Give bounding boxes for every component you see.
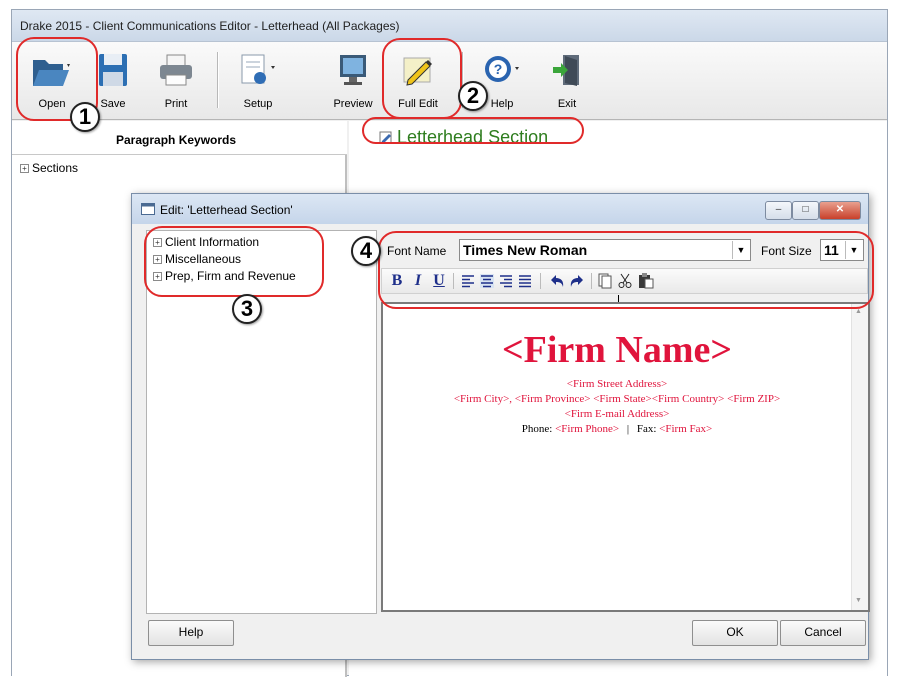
cancel-button[interactable]: Cancel — [780, 620, 866, 646]
help-question-icon: ? — [485, 56, 519, 82]
dialog-window-icon — [141, 203, 155, 215]
callout-number-2: 2 — [458, 81, 488, 111]
firm-email-field[interactable]: <Firm E-mail Address> — [383, 408, 851, 420]
svg-text:?: ? — [494, 61, 503, 77]
dialog-title-bar: Edit: 'Letterhead Section' – □ ✕ — [132, 194, 868, 224]
title-bar: Drake 2015 - Client Communications Edito… — [12, 10, 887, 42]
callout-editor-toolbar-highlight — [378, 231, 874, 309]
phone-label: Phone: — [521, 423, 553, 435]
paragraph-keywords-header: Paragraph Keywords — [12, 121, 347, 155]
ok-button[interactable]: OK — [692, 620, 778, 646]
scroll-up-arrow-icon[interactable]: ▲ — [855, 308, 862, 315]
minimize-button[interactable]: – — [765, 201, 792, 220]
expand-plus-icon[interactable]: + — [20, 164, 29, 174]
preview-button[interactable]: Preview — [325, 42, 381, 118]
callout-section-title-highlight — [362, 117, 584, 144]
firm-city-line[interactable]: <Firm City>, <Firm Province> <Firm State… — [383, 393, 851, 405]
scroll-down-arrow-icon[interactable]: ▼ — [855, 597, 862, 604]
setup-gear-icon — [241, 54, 275, 84]
tree-item-sections[interactable]: + Sections — [20, 161, 78, 175]
dialog-title: Edit: 'Letterhead Section' — [160, 203, 293, 217]
setup-button[interactable]: Setup — [224, 42, 292, 118]
window-title: Drake 2015 - Client Communications Edito… — [20, 19, 400, 33]
document-scrollbar[interactable]: ▲ ▼ — [851, 304, 868, 610]
firm-name-field[interactable]: <Firm Name> — [383, 328, 851, 372]
monitor-icon — [340, 55, 366, 85]
printer-icon — [160, 54, 192, 86]
print-button[interactable]: Print — [148, 42, 204, 118]
exit-door-icon — [553, 55, 579, 86]
callout-full-edit-highlight — [382, 38, 462, 119]
fax-label: Fax: — [636, 423, 657, 435]
firm-fax-field[interactable]: <Firm Fax> — [659, 423, 712, 435]
callout-number-4: 4 — [351, 236, 381, 266]
callout-keyword-tree-highlight — [144, 226, 324, 297]
phone-fax-line: Phone: <Firm Phone> | Fax: <Firm Fax> — [383, 423, 851, 435]
firm-phone-field[interactable]: <Firm Phone> — [555, 423, 619, 435]
phone-fax-divider: | — [626, 423, 630, 435]
maximize-button[interactable]: □ — [792, 201, 819, 220]
close-button[interactable]: ✕ — [819, 201, 861, 220]
callout-number-3: 3 — [232, 294, 262, 324]
callout-number-1: 1 — [70, 102, 100, 132]
dialog-help-button[interactable]: Help — [148, 620, 234, 646]
letterhead-document[interactable]: <Firm Name> <Firm Street Address> <Firm … — [381, 302, 870, 612]
floppy-disk-icon — [99, 54, 127, 86]
toolbar-separator — [217, 52, 219, 108]
exit-button[interactable]: Exit — [542, 42, 592, 118]
firm-street-field[interactable]: <Firm Street Address> — [383, 378, 851, 390]
